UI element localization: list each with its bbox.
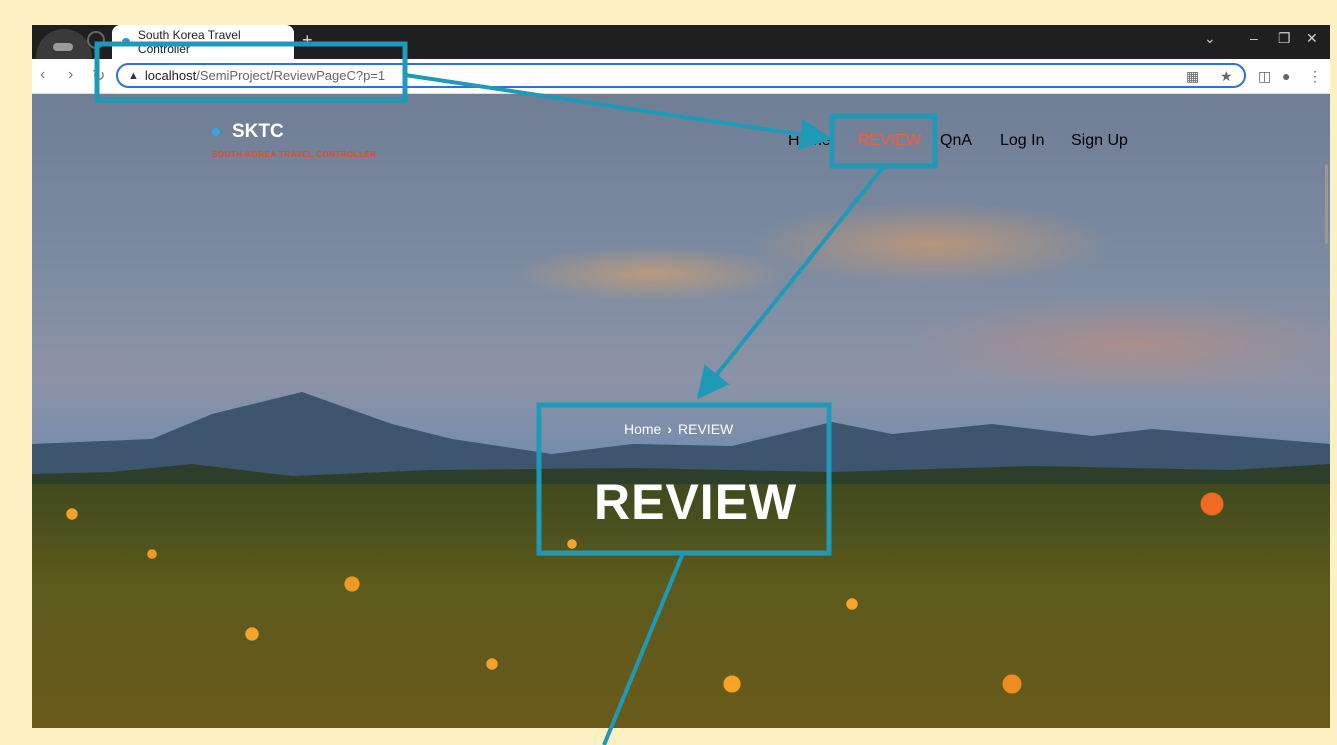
forward-icon[interactable]: › [68, 66, 73, 84]
page-title: REVIEW [594, 474, 798, 530]
url-path: /SemiProject/ReviewPageC?p=1 [196, 68, 386, 83]
back-icon[interactable]: ‹ [40, 66, 45, 84]
address-bar-row: ‹ › ↻ ▲ localhost/SemiProject/ReviewPage… [32, 59, 1330, 94]
browser-window: South Korea Travel Controller + ⌄ – ❐ ✕ … [32, 25, 1330, 728]
url-input[interactable]: ▲ localhost/SemiProject/ReviewPageC?p=1 [116, 63, 1246, 88]
star-icon[interactable]: ★ [1220, 68, 1233, 85]
new-tab-button[interactable]: + [302, 30, 313, 51]
dropdown-icon[interactable]: ⌄ [1204, 30, 1216, 47]
breadcrumb: Home › REVIEW [624, 421, 733, 437]
tab-search-icon[interactable] [87, 31, 105, 49]
profile-avatar-icon[interactable] [36, 29, 92, 63]
reload-icon[interactable]: ↻ [92, 66, 105, 86]
scrollbar[interactable] [1325, 164, 1328, 244]
nav-signup[interactable]: Sign Up [1071, 132, 1128, 150]
nav-review[interactable]: REVIEW [858, 132, 921, 150]
breadcrumb-home[interactable]: Home [624, 421, 661, 437]
brand-subtitle: SOUTH KOREA TRAVEL CONTROLLER [212, 150, 377, 159]
tab-bar: South Korea Travel Controller + ⌄ – ❐ ✕ [32, 25, 1330, 63]
url-host: localhost [144, 68, 197, 83]
tab-title: South Korea Travel Controller [137, 28, 241, 56]
hero-banner [32, 94, 1330, 728]
restore-icon[interactable]: ❐ [1278, 30, 1291, 47]
minimize-icon[interactable]: – [1250, 30, 1258, 46]
nav-login[interactable]: Log In [1000, 132, 1044, 150]
favicon-icon [122, 38, 130, 46]
nav-qna[interactable]: QnA [940, 132, 972, 150]
brand-name: SKTC [232, 121, 284, 142]
site-logo[interactable]: SKTC [212, 121, 284, 143]
profile-icon[interactable]: ● [1282, 68, 1290, 84]
side-panel-icon[interactable]: ◫ [1258, 68, 1271, 85]
qr-icon[interactable]: ▦ [1186, 68, 1199, 85]
nav-home[interactable]: Home [788, 132, 831, 150]
close-icon[interactable]: ✕ [1306, 30, 1318, 47]
menu-icon[interactable]: ⋮ [1308, 68, 1322, 85]
warning-icon[interactable]: ▲ [128, 70, 139, 82]
location-pin-icon [212, 128, 220, 136]
browser-tab[interactable]: South Korea Travel Controller [112, 25, 294, 59]
chevron-right-icon: › [667, 421, 673, 437]
breadcrumb-current: REVIEW [678, 421, 734, 437]
